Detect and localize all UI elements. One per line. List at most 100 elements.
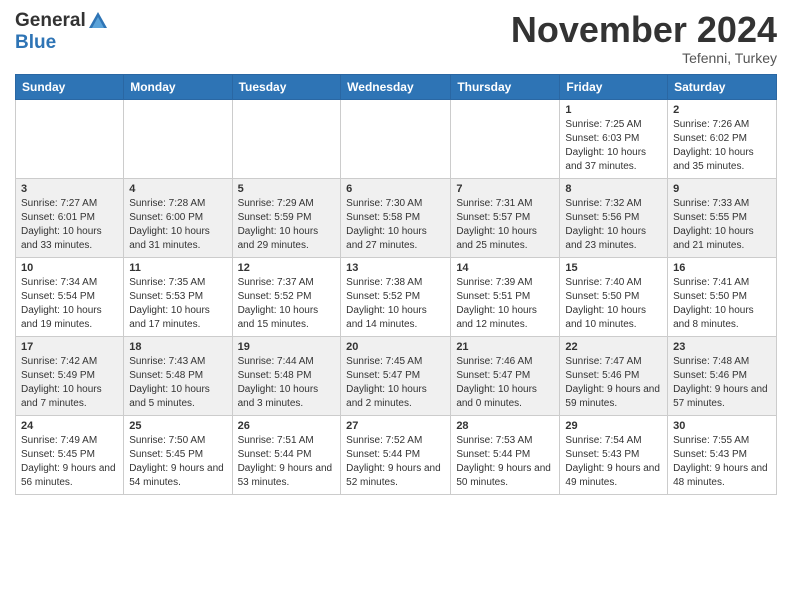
day-number: 26 bbox=[238, 420, 336, 432]
day-info: Sunrise: 7:47 AMSunset: 5:46 PMDaylight:… bbox=[565, 355, 662, 411]
day-number: 12 bbox=[238, 262, 336, 274]
day-number: 7 bbox=[456, 183, 554, 195]
calendar-cell: 25 Sunrise: 7:50 AMSunset: 5:45 PMDayligh… bbox=[124, 415, 232, 494]
day-info: Sunrise: 7:48 AMSunset: 5:46 PMDaylight:… bbox=[673, 355, 771, 411]
calendar-cell: 7Sunrise: 7:31 AMSunset: 5:57 PMDaylight… bbox=[451, 178, 560, 257]
calendar-cell: 16Sunrise: 7:41 AMSunset: 5:50 PMDayligh… bbox=[668, 257, 777, 336]
day-info: Sunrise: 7:54 AMSunset: 5:43 PMDaylight:… bbox=[565, 434, 662, 490]
month-title: November 2024 bbox=[511, 10, 777, 50]
day-info: Sunrise: 7:34 AMSunset: 5:54 PMDaylight:… bbox=[21, 276, 118, 332]
day-number: 18 bbox=[129, 341, 226, 353]
title-block: November 2024 Tefenni, Turkey bbox=[511, 10, 777, 66]
day-number: 24 bbox=[21, 420, 118, 432]
day-number: 6 bbox=[346, 183, 445, 195]
calendar-cell bbox=[16, 99, 124, 178]
calendar-header-saturday: Saturday bbox=[668, 74, 777, 99]
day-number: 5 bbox=[238, 183, 336, 195]
logo-icon bbox=[87, 10, 109, 32]
day-info: Sunrise: 7:49 AMSunset: 5:45 PMDaylight:… bbox=[21, 434, 118, 490]
calendar-cell: 18 Sunrise: 7:43 AMSunset: 5:48 PMDayligh… bbox=[124, 336, 232, 415]
week-row-1: 1 Sunrise: 7:25 AMSunset: 6:03 PMDaylight… bbox=[16, 99, 777, 178]
day-info: Sunrise: 7:28 AMSunset: 6:00 PMDaylight:… bbox=[129, 197, 226, 253]
calendar-header-tuesday: Tuesday bbox=[232, 74, 341, 99]
day-number: 14 bbox=[456, 262, 554, 274]
calendar-cell: 27 Sunrise: 7:52 AMSunset: 5:44 PMDayligh… bbox=[341, 415, 451, 494]
calendar-cell bbox=[124, 99, 232, 178]
calendar-cell: 14 Sunrise: 7:39 AMSunset: 5:51 PMDayligh… bbox=[451, 257, 560, 336]
calendar-cell: 4 Sunrise: 7:28 AMSunset: 6:00 PMDaylight… bbox=[124, 178, 232, 257]
day-info: Sunrise: 7:25 AMSunset: 6:03 PMDaylight:… bbox=[565, 118, 662, 174]
day-number: 23 bbox=[673, 341, 771, 353]
day-info: Sunrise: 7:50 AMSunset: 5:45 PMDaylight:… bbox=[129, 434, 226, 490]
calendar-cell: 26 Sunrise: 7:51 AMSunset: 5:44 PMDayligh… bbox=[232, 415, 341, 494]
calendar-header-row: SundayMondayTuesdayWednesdayThursdayFrid… bbox=[16, 74, 777, 99]
day-info: Sunrise: 7:39 AMSunset: 5:51 PMDaylight:… bbox=[456, 276, 554, 332]
calendar-cell: 9Sunrise: 7:33 AMSunset: 5:55 PMDaylight… bbox=[668, 178, 777, 257]
day-info: Sunrise: 7:37 AMSunset: 5:52 PMDaylight:… bbox=[238, 276, 336, 332]
day-info: Sunrise: 7:26 AMSunset: 6:02 PMDaylight:… bbox=[673, 118, 771, 174]
day-info: Sunrise: 7:46 AMSunset: 5:47 PMDaylight:… bbox=[456, 355, 554, 411]
calendar-header-friday: Friday bbox=[560, 74, 668, 99]
day-number: 21 bbox=[456, 341, 554, 353]
logo-blue: Blue bbox=[15, 32, 110, 54]
calendar-cell bbox=[451, 99, 560, 178]
calendar-cell: 28 Sunrise: 7:53 AMSunset: 5:44 PMDayligh… bbox=[451, 415, 560, 494]
day-number: 25 bbox=[129, 420, 226, 432]
calendar-cell bbox=[232, 99, 341, 178]
day-info: Sunrise: 7:44 AMSunset: 5:48 PMDaylight:… bbox=[238, 355, 336, 411]
calendar-cell: 1 Sunrise: 7:25 AMSunset: 6:03 PMDaylight… bbox=[560, 99, 668, 178]
calendar-cell: 13 Sunrise: 7:38 AMSunset: 5:52 PMDayligh… bbox=[341, 257, 451, 336]
day-info: Sunrise: 7:42 AMSunset: 5:49 PMDaylight:… bbox=[21, 355, 118, 411]
day-info: Sunrise: 7:53 AMSunset: 5:44 PMDaylight:… bbox=[456, 434, 554, 490]
day-info: Sunrise: 7:43 AMSunset: 5:48 PMDaylight:… bbox=[129, 355, 226, 411]
day-number: 3 bbox=[21, 183, 118, 195]
logo: General Blue bbox=[15, 10, 110, 54]
header: General Blue November 2024 Tefenni, Turk… bbox=[15, 10, 777, 66]
day-info: Sunrise: 7:52 AMSunset: 5:44 PMDaylight:… bbox=[346, 434, 445, 490]
day-number: 20 bbox=[346, 341, 445, 353]
calendar-cell: 22 Sunrise: 7:47 AMSunset: 5:46 PMDayligh… bbox=[560, 336, 668, 415]
calendar-cell: 20Sunrise: 7:45 AMSunset: 5:47 PMDayligh… bbox=[341, 336, 451, 415]
day-number: 10 bbox=[21, 262, 118, 274]
day-info: Sunrise: 7:40 AMSunset: 5:50 PMDaylight:… bbox=[565, 276, 662, 332]
day-number: 4 bbox=[129, 183, 226, 195]
calendar-cell: 24 Sunrise: 7:49 AMSunset: 5:45 PMDayligh… bbox=[16, 415, 124, 494]
calendar-cell: 11 Sunrise: 7:35 AMSunset: 5:53 PMDayligh… bbox=[124, 257, 232, 336]
day-info: Sunrise: 7:30 AMSunset: 5:58 PMDaylight:… bbox=[346, 197, 445, 253]
day-info: Sunrise: 7:55 AMSunset: 5:43 PMDaylight:… bbox=[673, 434, 771, 490]
calendar: SundayMondayTuesdayWednesdayThursdayFrid… bbox=[15, 74, 777, 495]
calendar-header-thursday: Thursday bbox=[451, 74, 560, 99]
day-number: 29 bbox=[565, 420, 662, 432]
calendar-cell: 5 Sunrise: 7:29 AMSunset: 5:59 PMDaylight… bbox=[232, 178, 341, 257]
page: General Blue November 2024 Tefenni, Turk… bbox=[0, 0, 792, 510]
calendar-cell: 6 Sunrise: 7:30 AMSunset: 5:58 PMDaylight… bbox=[341, 178, 451, 257]
calendar-cell: 2Sunrise: 7:26 AMSunset: 6:02 PMDaylight… bbox=[668, 99, 777, 178]
location: Tefenni, Turkey bbox=[511, 50, 777, 66]
day-number: 28 bbox=[456, 420, 554, 432]
calendar-cell: 21 Sunrise: 7:46 AMSunset: 5:47 PMDayligh… bbox=[451, 336, 560, 415]
week-row-2: 3Sunrise: 7:27 AMSunset: 6:01 PMDaylight… bbox=[16, 178, 777, 257]
day-number: 19 bbox=[238, 341, 336, 353]
day-number: 11 bbox=[129, 262, 226, 274]
week-row-3: 10 Sunrise: 7:34 AMSunset: 5:54 PMDayligh… bbox=[16, 257, 777, 336]
day-number: 30 bbox=[673, 420, 771, 432]
day-number: 1 bbox=[565, 104, 662, 116]
day-info: Sunrise: 7:29 AMSunset: 5:59 PMDaylight:… bbox=[238, 197, 336, 253]
week-row-5: 24 Sunrise: 7:49 AMSunset: 5:45 PMDayligh… bbox=[16, 415, 777, 494]
day-number: 8 bbox=[565, 183, 662, 195]
day-number: 15 bbox=[565, 262, 662, 274]
day-number: 27 bbox=[346, 420, 445, 432]
day-info: Sunrise: 7:38 AMSunset: 5:52 PMDaylight:… bbox=[346, 276, 445, 332]
day-info: Sunrise: 7:51 AMSunset: 5:44 PMDaylight:… bbox=[238, 434, 336, 490]
calendar-cell: 3Sunrise: 7:27 AMSunset: 6:01 PMDaylight… bbox=[16, 178, 124, 257]
day-info: Sunrise: 7:41 AMSunset: 5:50 PMDaylight:… bbox=[673, 276, 771, 332]
calendar-cell: 12 Sunrise: 7:37 AMSunset: 5:52 PMDayligh… bbox=[232, 257, 341, 336]
day-number: 13 bbox=[346, 262, 445, 274]
calendar-cell: 23 Sunrise: 7:48 AMSunset: 5:46 PMDayligh… bbox=[668, 336, 777, 415]
day-info: Sunrise: 7:33 AMSunset: 5:55 PMDaylight:… bbox=[673, 197, 771, 253]
logo-general: General bbox=[15, 10, 86, 31]
day-info: Sunrise: 7:35 AMSunset: 5:53 PMDaylight:… bbox=[129, 276, 226, 332]
logo-text: General Blue bbox=[15, 10, 110, 54]
day-number: 22 bbox=[565, 341, 662, 353]
calendar-cell: 15 Sunrise: 7:40 AMSunset: 5:50 PMDayligh… bbox=[560, 257, 668, 336]
